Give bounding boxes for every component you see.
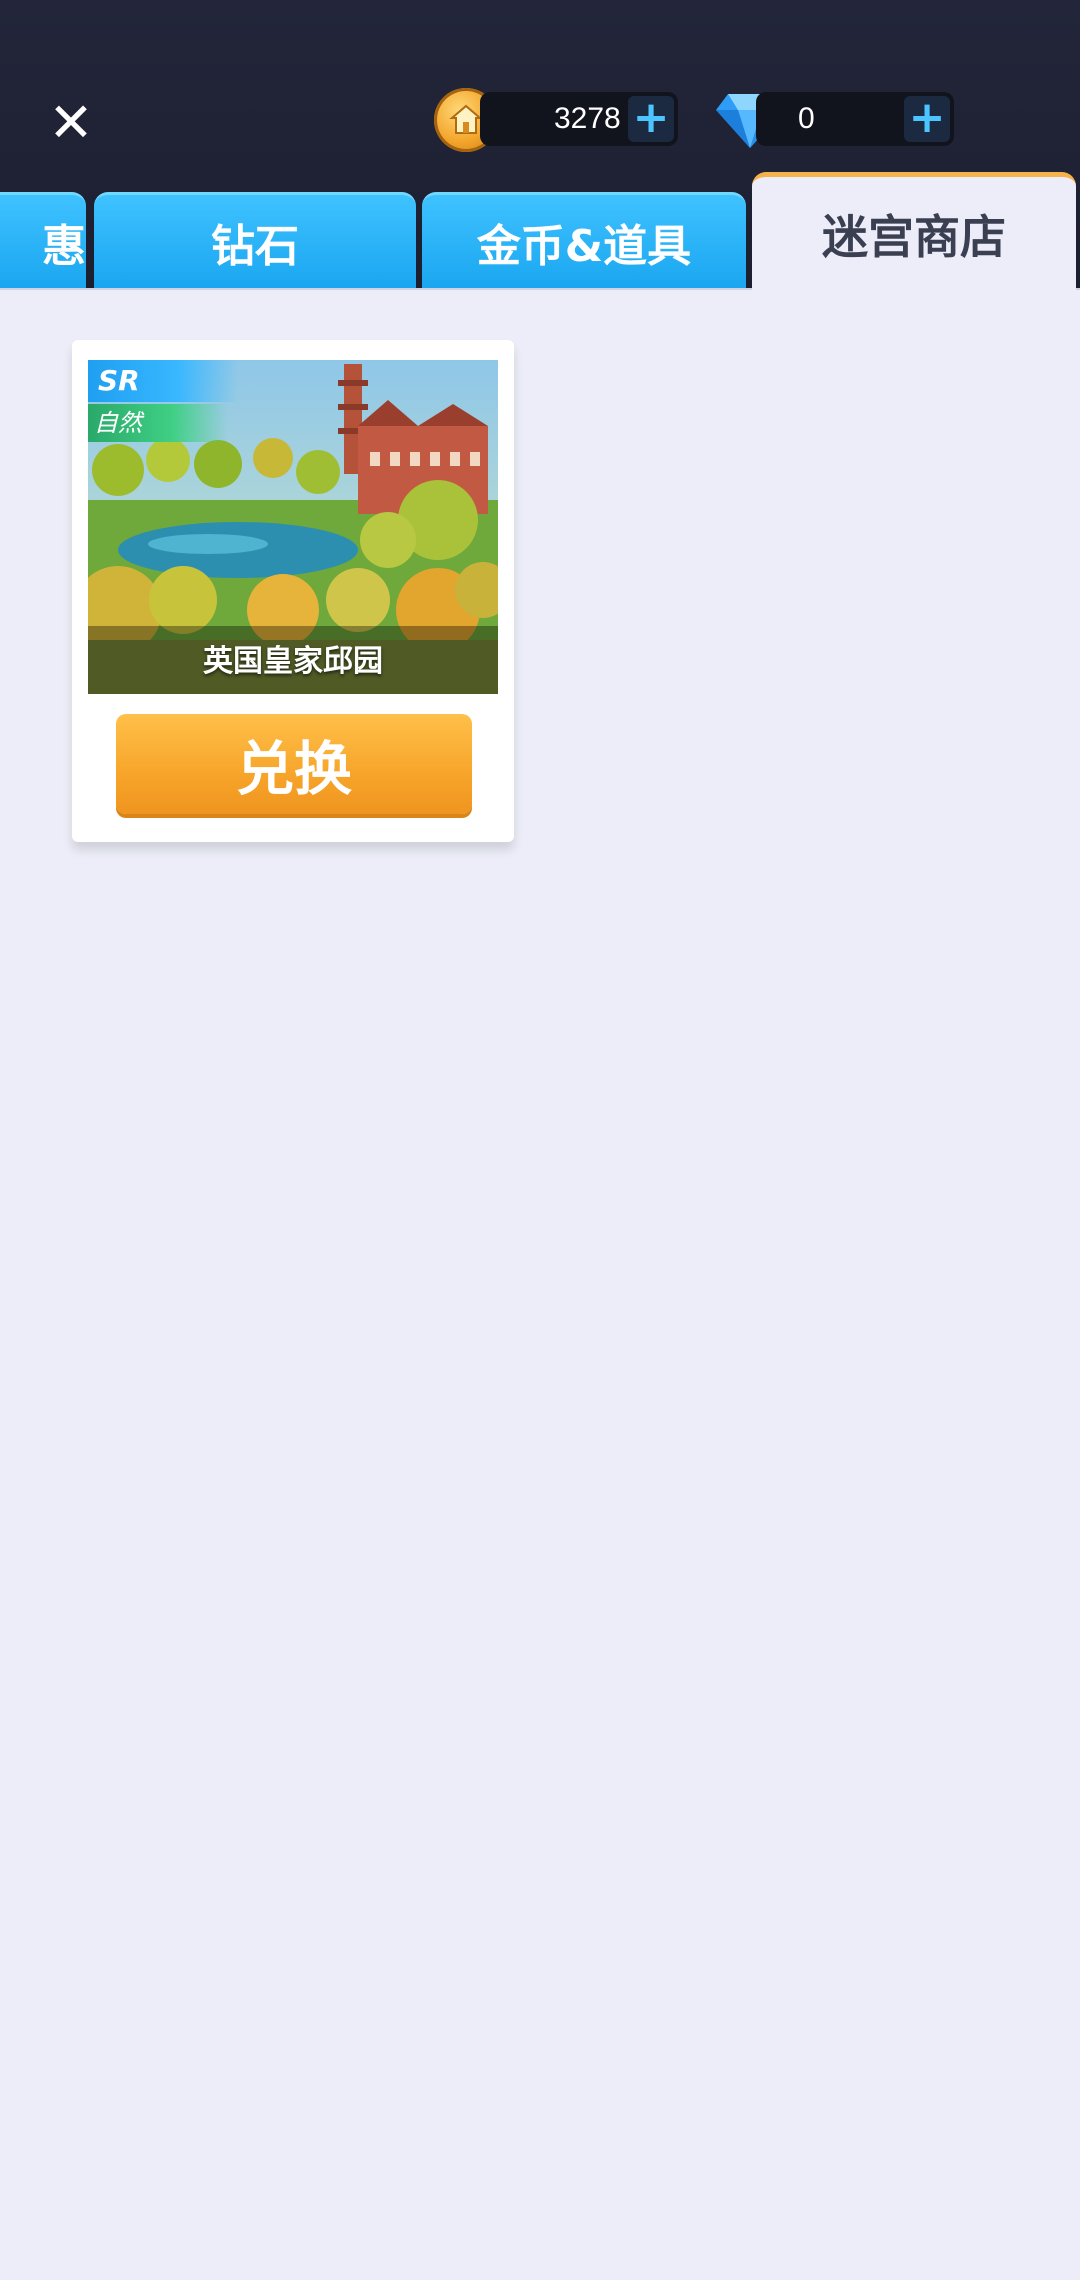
add-gems-button[interactable]: + (904, 96, 950, 142)
tab-label: 金币&道具 (476, 220, 692, 272)
tab-diamond[interactable]: 钻石 (94, 192, 416, 288)
item-name: 英国皇家邱园 (203, 644, 383, 679)
shop-item-card: SR 自然 英国皇家邱园 兑换 (72, 340, 514, 842)
tab-label: 迷宫商店 (822, 209, 1006, 264)
coin-balance: 3278 + (480, 92, 678, 146)
category-badge: 自然 (88, 404, 228, 442)
tab-label: 钻石 (211, 220, 299, 272)
add-coins-button[interactable]: + (628, 96, 674, 142)
rarity-badge: SR (88, 360, 238, 402)
tab-label: 惠 (42, 220, 86, 272)
tab-discount[interactable]: 惠 (0, 192, 86, 288)
coin-amount: 3278 (554, 102, 621, 135)
gem-amount: 0 (798, 102, 815, 135)
tab-coins-items[interactable]: 金币&道具 (422, 192, 746, 288)
gem-balance: 0 + (756, 92, 954, 146)
item-image[interactable]: SR 自然 英国皇家邱园 (88, 360, 498, 694)
close-icon[interactable]: ✕ (48, 96, 94, 150)
redeem-button[interactable]: 兑换 (116, 714, 472, 814)
tab-maze-shop[interactable]: 迷宫商店 (752, 172, 1076, 290)
